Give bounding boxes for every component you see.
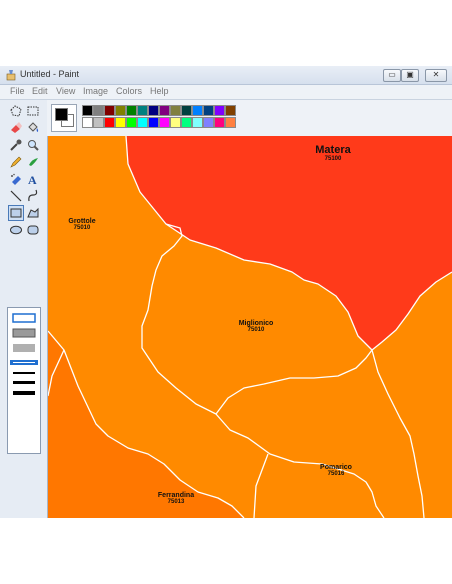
foreground-color[interactable]	[55, 108, 68, 121]
free-select-tool-icon[interactable]	[9, 104, 23, 118]
palette-swatch[interactable]	[225, 117, 236, 128]
palette-swatch[interactable]	[82, 117, 93, 128]
pencil-tool-icon[interactable]	[9, 155, 23, 169]
label-pomarico: Pomarico 75016	[320, 464, 352, 477]
drawing-canvas[interactable]: Matera 75100 Grottole 75010 Miglionico 7…	[48, 136, 452, 518]
fill-bucket-tool-icon[interactable]	[26, 121, 40, 135]
line-tool-icon[interactable]	[9, 189, 23, 203]
text-tool-icon[interactable]: A	[26, 172, 40, 186]
menu-bar: File Edit View Image Colors Help	[0, 85, 452, 100]
palette-swatch[interactable]	[192, 117, 203, 128]
palette-swatch[interactable]	[159, 117, 170, 128]
menu-image[interactable]: Image	[83, 86, 108, 96]
label-matera: Matera 75100	[315, 144, 350, 162]
label-grottole: Grottole 75010	[68, 218, 95, 231]
menu-view[interactable]: View	[56, 86, 75, 96]
curve-tool-icon[interactable]	[26, 189, 40, 203]
palette-swatch[interactable]	[93, 117, 104, 128]
polygon-tool-icon[interactable]	[26, 206, 40, 220]
paint-window: Untitled - Paint ▭ ▣ ✕ File Edit View Im…	[0, 66, 452, 518]
menu-colors[interactable]: Colors	[116, 86, 142, 96]
palette-swatch[interactable]	[93, 105, 104, 116]
palette-swatch[interactable]	[82, 105, 93, 116]
palette-swatch[interactable]	[181, 105, 192, 116]
palette-swatch[interactable]	[192, 105, 203, 116]
label-miglionico: Miglionico 75010	[239, 320, 274, 333]
palette-swatch[interactable]	[170, 117, 181, 128]
place-name: Grottole	[68, 218, 96, 225]
close-button[interactable]: ✕	[425, 69, 447, 82]
palette-swatch[interactable]	[159, 105, 170, 116]
place-name: Matera	[315, 144, 351, 156]
airbrush-tool-icon[interactable]	[9, 172, 23, 186]
postal-code: 75016	[327, 471, 345, 477]
palette-swatch[interactable]	[225, 105, 236, 116]
rect-select-tool-icon[interactable]	[26, 104, 40, 118]
palette-swatch[interactable]	[126, 105, 137, 116]
place-name: Ferrandina	[157, 492, 195, 499]
palette-swatch[interactable]	[137, 105, 148, 116]
postal-code: 75010	[73, 225, 91, 231]
menu-edit[interactable]: Edit	[32, 86, 48, 96]
toolbox: A	[0, 100, 48, 518]
svg-text:A: A	[28, 173, 37, 186]
eraser-tool-icon[interactable]	[9, 121, 23, 135]
color-picker-tool-icon[interactable]	[9, 138, 23, 152]
palette-swatch[interactable]	[137, 117, 148, 128]
place-name: Miglionico	[238, 320, 274, 327]
color-palette	[47, 100, 452, 136]
palette-swatch[interactable]	[115, 105, 126, 116]
postal-code: 75013	[167, 499, 185, 505]
palette-swatch[interactable]	[170, 105, 181, 116]
palette-swatch[interactable]	[104, 105, 115, 116]
rounded-rect-tool-icon[interactable]	[26, 223, 40, 237]
brush-tool-icon[interactable]	[26, 155, 40, 169]
current-colors[interactable]	[51, 104, 77, 132]
maximize-button[interactable]: ▣	[401, 69, 419, 82]
rectangle-tool-icon[interactable]	[8, 205, 24, 221]
palette-swatch[interactable]	[203, 105, 214, 116]
label-ferrandina: Ferrandina 75013	[158, 492, 194, 505]
palette-swatch[interactable]	[214, 105, 225, 116]
palette-swatch[interactable]	[203, 117, 214, 128]
title-bar[interactable]: Untitled - Paint ▭ ▣ ✕	[0, 66, 452, 85]
magnifier-tool-icon[interactable]	[26, 138, 40, 152]
palette-swatch[interactable]	[104, 117, 115, 128]
fill-style-options[interactable]	[8, 308, 40, 453]
palette-swatch[interactable]	[181, 117, 192, 128]
palette-swatch[interactable]	[115, 117, 126, 128]
menu-file[interactable]: File	[10, 86, 25, 96]
palette-swatch[interactable]	[148, 117, 159, 128]
palette-swatch[interactable]	[126, 117, 137, 128]
minimize-button[interactable]: ▭	[383, 69, 401, 82]
tool-options-box	[7, 307, 41, 454]
postal-code: 75010	[247, 327, 265, 333]
paint-app-icon	[6, 70, 16, 81]
palette-swatch[interactable]	[214, 117, 225, 128]
postal-code: 75100	[324, 156, 342, 162]
ellipse-tool-icon[interactable]	[9, 223, 23, 237]
place-name: Pomarico	[320, 464, 352, 471]
menu-help[interactable]: Help	[150, 86, 169, 96]
palette-swatch[interactable]	[148, 105, 159, 116]
window-title: Untitled - Paint	[20, 69, 80, 79]
